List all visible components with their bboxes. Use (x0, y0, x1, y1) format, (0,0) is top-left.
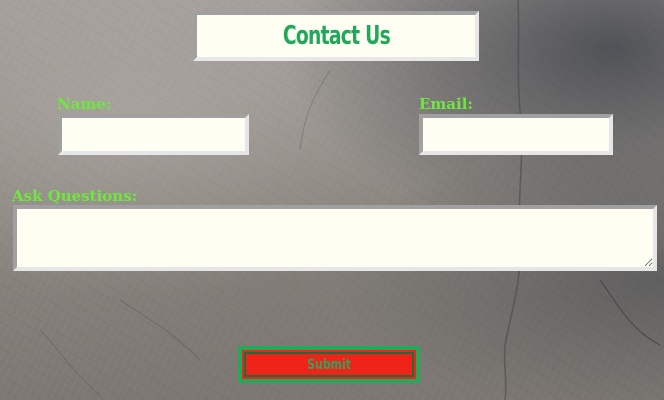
name-label: Name: (57, 95, 112, 113)
submit-button-label: Submit (307, 356, 351, 373)
email-field[interactable] (419, 114, 613, 155)
submit-button[interactable]: Submit (238, 346, 420, 383)
questions-textarea[interactable] (13, 205, 657, 271)
name-field[interactable] (58, 114, 249, 155)
questions-label: Ask Questions: (12, 187, 138, 205)
title-banner: Contact Us (193, 11, 479, 61)
email-label: Email: (419, 95, 473, 113)
page-title: Contact Us (282, 21, 390, 51)
